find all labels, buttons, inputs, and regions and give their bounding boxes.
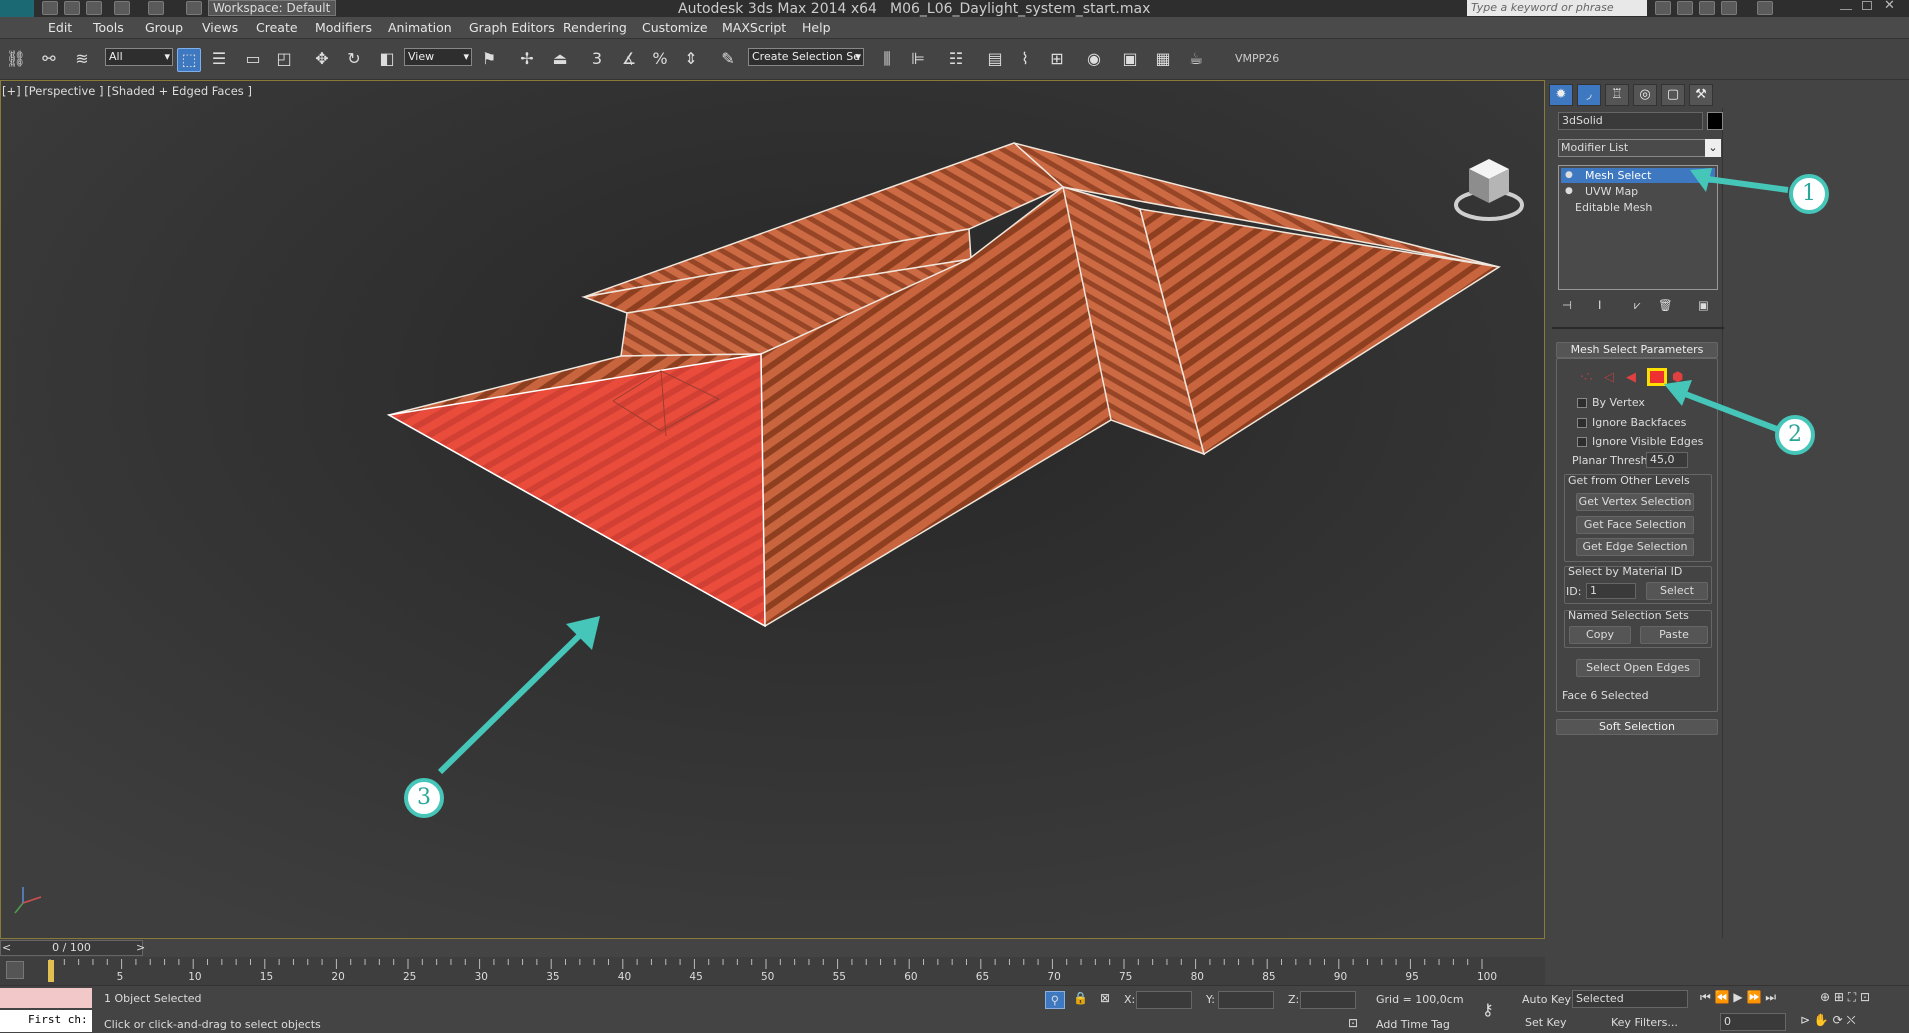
viewport-nav-controls: ⊕ ⊞ ⛶ ⊡ xyxy=(1820,990,1870,1005)
playback-controls: ⏮ ⏪ ▶ ⏩ ⏭ xyxy=(1700,990,1776,1005)
timeline-tick-label: 40 xyxy=(617,971,632,983)
maxscript-mini-input[interactable]: First ch: xyxy=(0,1010,92,1032)
timeline-tick-label: 65 xyxy=(975,971,990,983)
annotation-arrows xyxy=(437,168,1789,775)
selection-lock-icon[interactable]: 🔒 xyxy=(1073,991,1088,1005)
timeline-tick-label: 70 xyxy=(1047,971,1061,983)
prev-frame-icon[interactable]: < xyxy=(2,941,11,954)
z-coord-label: Z: xyxy=(1288,993,1300,1006)
zoom-all-icon[interactable]: ⊞ xyxy=(1834,990,1844,1004)
absolute-mode-icon[interactable]: ⊠ xyxy=(1100,991,1110,1005)
timeline-tick-label: 60 xyxy=(904,971,918,983)
field-of-view-icon[interactable]: ⊳ xyxy=(1800,1013,1810,1027)
selection-count-text: 1 Object Selected xyxy=(104,992,202,1005)
add-time-tag-text[interactable]: Add Time Tag xyxy=(1376,1018,1450,1031)
play-icon[interactable]: ▶ xyxy=(1733,990,1742,1004)
timeline-tick-label: 100 xyxy=(1477,971,1498,983)
viewport-nav-controls-2: ⊳ ✋ ⟳ ⛌ xyxy=(1800,1013,1856,1028)
time-slider[interactable]: 0 / 100 xyxy=(0,940,143,956)
zoom-icon[interactable]: ⊕ xyxy=(1820,990,1830,1004)
timeline-tick-label: 25 xyxy=(403,971,417,983)
timeline-tick-label: 55 xyxy=(832,971,846,983)
timeline-tick-label: 75 xyxy=(1119,971,1133,983)
timeline-tick-label: 20 xyxy=(331,971,345,983)
timeline-tick-label: 45 xyxy=(689,971,703,983)
set-key-mode-icon[interactable]: ⚷ xyxy=(1482,1000,1494,1019)
annotation-marker-2: 2 xyxy=(1775,415,1815,455)
auto-key-button[interactable]: Auto Key xyxy=(1522,993,1571,1006)
prompt-text: Click or click-and-drag to select object… xyxy=(104,1018,321,1031)
track-bar-toggle-icon[interactable] xyxy=(6,961,24,979)
key-filters-button[interactable]: Key Filters... xyxy=(1611,1016,1678,1029)
prev-key-icon[interactable]: ⏪ xyxy=(1715,990,1730,1004)
timeline-tick-label: 15 xyxy=(259,971,274,983)
timeline-tick-label: 5 xyxy=(116,971,124,983)
time-slider-track[interactable] xyxy=(0,939,1545,957)
timeline-tick-label: 35 xyxy=(546,971,560,983)
timeline-tick-label: 80 xyxy=(1190,971,1204,983)
timeline-tick-label: 10 xyxy=(188,971,202,983)
annotation-marker-3: 3 xyxy=(404,778,444,818)
walkthrough-icon[interactable]: ⛌ xyxy=(1847,1013,1856,1027)
go-to-end-icon[interactable]: ⏭ xyxy=(1765,990,1776,1004)
maximize-viewport-icon[interactable]: ⊡ xyxy=(1860,990,1870,1004)
x-coord-field[interactable] xyxy=(1136,991,1192,1009)
next-frame-icon[interactable]: > xyxy=(136,941,145,954)
timeline-tick-label: 50 xyxy=(761,971,775,983)
next-key-icon[interactable]: ⏩ xyxy=(1746,990,1761,1004)
maxscript-listener[interactable] xyxy=(0,988,92,1008)
timeline-tick-label: 30 xyxy=(474,971,488,983)
isolate-selection-icon[interactable]: ⚲ xyxy=(1045,991,1065,1009)
key-selection-dropdown[interactable]: Selected xyxy=(1572,990,1688,1008)
orbit-icon[interactable]: ⟳ xyxy=(1833,1013,1843,1027)
time-tag-icon[interactable]: ⊡ xyxy=(1348,1016,1358,1030)
go-to-start-icon[interactable]: ⏮ xyxy=(1700,990,1711,1004)
set-key-button[interactable]: Set Key xyxy=(1525,1016,1567,1029)
zoom-extents-icon[interactable]: ⛶ xyxy=(1848,990,1856,1004)
z-coord-field[interactable] xyxy=(1300,991,1356,1009)
pan-hand-icon[interactable]: ✋ xyxy=(1814,1013,1829,1027)
timeline-tick-label: 90 xyxy=(1333,971,1348,983)
x-coord-label: X: xyxy=(1124,993,1136,1006)
timeline-tick-label: 85 xyxy=(1262,971,1276,983)
annotation-marker-1: 1 xyxy=(1789,174,1829,214)
timeline-tick-label: 95 xyxy=(1405,971,1419,983)
current-frame-marker[interactable] xyxy=(48,960,54,982)
y-coord-field[interactable] xyxy=(1218,991,1274,1009)
current-frame-field[interactable]: 0 xyxy=(1720,1013,1786,1031)
y-coord-label: Y: xyxy=(1206,993,1215,1006)
grid-size-text: Grid = 100,0cm xyxy=(1376,993,1464,1006)
